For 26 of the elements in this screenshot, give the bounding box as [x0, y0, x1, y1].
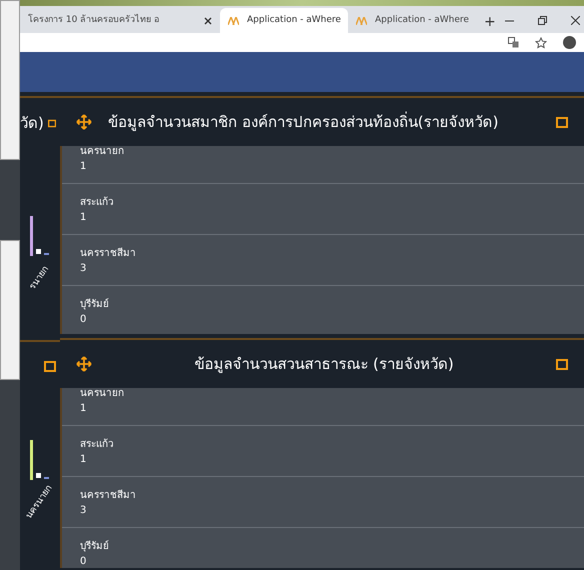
tab-title: โครงการ 10 ล้านครอบครัวไทย อ	[28, 14, 160, 27]
row-name: นครนายก	[80, 388, 125, 401]
row-name: นครนายก	[80, 146, 125, 159]
row-value: 1	[80, 211, 88, 225]
row-name: นครราชสีมา	[80, 488, 137, 503]
row-name: บุรีรัมย์	[80, 297, 110, 312]
new-tab-button[interactable]: +	[484, 11, 496, 33]
tab-title: Application - aWhere	[247, 14, 341, 27]
browser-tab[interactable]: โครงการ 10 ล้านครอบครัวไทย อ	[20, 8, 220, 33]
browser-tab[interactable]: Application - aWhere	[348, 8, 476, 33]
row-value: 1	[80, 402, 88, 416]
row-name: บุรีรัมย์	[80, 539, 110, 554]
row-value: 3	[80, 262, 88, 276]
panel-title: ข้อมูลจำนวนสมาชิก องค์การปกครองส่วนท้องถิ่น(รายจังหวัด)	[108, 110, 500, 133]
row-value: 0	[80, 313, 88, 327]
row-value: 3	[80, 504, 88, 518]
row-value: 0	[80, 555, 88, 568]
panel-title: ข้อมูลจำนวนสวนสาธารณะ (รายจังหวัด)	[193, 354, 455, 375]
row-value: 1	[80, 160, 88, 174]
row-value: 1	[80, 453, 88, 467]
row-name: สระแก้ว	[80, 196, 115, 210]
row-name: นครราชสีมา	[80, 246, 137, 261]
panel-title: วัด)	[20, 112, 44, 134]
browser-tab[interactable]: Application - aWhere	[220, 8, 348, 33]
tab-title: Application - aWhere	[375, 14, 469, 27]
row-name: สระแก้ว	[80, 438, 115, 452]
